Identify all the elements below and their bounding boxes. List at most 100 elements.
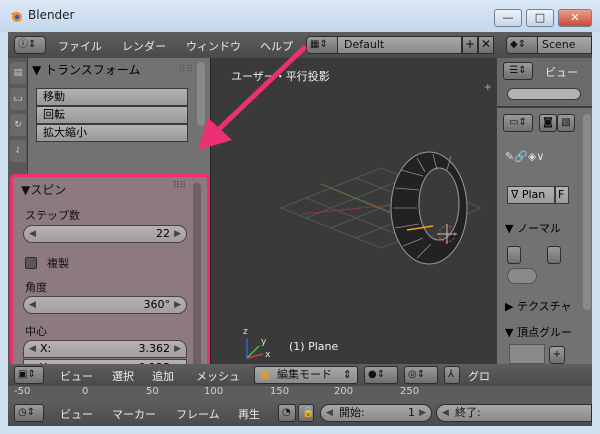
end-frame-field[interactable]: ◀ 終了: [436, 404, 592, 422]
shelf-scrollbar[interactable] [197, 62, 205, 126]
close-button[interactable]: ✕ [558, 9, 592, 27]
viewport-editor-icon[interactable]: ▣⇕ [14, 366, 44, 384]
increment-icon[interactable]: ▶ [174, 341, 181, 357]
vertex-groups-list[interactable] [509, 344, 545, 364]
duplicate-checkbox[interactable] [25, 257, 37, 269]
timeline-tick: 250 [400, 386, 420, 397]
properties-editor-icon[interactable]: ▭⇕ [503, 114, 533, 132]
info-header: ⓘ⇕ ファイル レンダー ウィンドウ ヘルプ ▦⇕ Default + ✕ ◆⇕… [8, 32, 592, 58]
outliner-view-menu[interactable]: ビュー [545, 64, 578, 80]
menu-window[interactable]: ウィンドウ [186, 38, 241, 54]
steps-label: ステップ数 [25, 209, 80, 222]
fake-user-button[interactable]: F [555, 186, 569, 204]
spun-torus-mesh [390, 151, 468, 265]
render-layers-tab-icon[interactable]: ▧ [557, 114, 575, 132]
timeline-range-icon[interactable]: ◔ [278, 404, 296, 422]
normals-toggle-icon[interactable] [507, 246, 521, 264]
menu-frame[interactable]: フレーム [176, 406, 220, 422]
mode-selector[interactable]: ▦ 編集モード ⇕ [254, 366, 358, 384]
manipulator-toggle-icon[interactable]: ⅄ [444, 366, 460, 384]
spin-panel-scrollbar[interactable] [193, 183, 201, 373]
normals-panel-header[interactable]: ▼ ノーマル [505, 220, 561, 236]
grip-icon[interactable]: ⠿⠿ [173, 181, 186, 191]
screen-layout-icon[interactable]: ▦⇕ [306, 36, 338, 54]
pivot-point-button[interactable]: ◎⇕ [404, 366, 438, 384]
remove-layout-icon[interactable]: ✕ [478, 36, 494, 54]
rotate-button[interactable]: 回転 [36, 106, 188, 124]
tool-shelf: ▤ ꙍ ↻ ⇃ ▼ トランスフォーム ⠿⠿ 移動 回転 拡大縮小 ▼スピン ⠿⠿… [8, 58, 210, 386]
minimize-button[interactable]: — [494, 9, 522, 27]
menu-file[interactable]: ファイル [58, 38, 102, 54]
mesh-icon: ∇ [511, 188, 522, 201]
add-vertex-group-button[interactable]: + [549, 346, 565, 364]
center-x-field[interactable]: ◀ X: 3.362 ▶ [23, 340, 187, 358]
timeline-ruler[interactable]: -50 0 50 100 150 200 250 [8, 386, 592, 400]
shelf-tab-options[interactable]: ⇃ [10, 140, 26, 162]
angle-value: 360° [143, 298, 171, 311]
decrement-icon[interactable]: ◀ [29, 341, 36, 357]
timeline-tick: 200 [334, 386, 354, 397]
normals-size-field[interactable] [507, 268, 537, 284]
translate-button[interactable]: 移動 [36, 88, 188, 106]
menu-help[interactable]: ヘルプ [260, 38, 293, 54]
normals-toggle-icon[interactable] [547, 246, 561, 264]
vertex-groups-panel-header[interactable]: ▼ 頂点グルー [505, 324, 572, 340]
y-axis-label: y [261, 337, 267, 347]
3d-viewport[interactable]: ユーザー・平行投影 + z x y (1) Plane [210, 58, 496, 364]
menu-marker[interactable]: マーカー [112, 406, 156, 422]
menu-render[interactable]: レンダー [122, 38, 166, 54]
end-frame-label: 終了: [455, 406, 481, 419]
outliner-editor-icon[interactable]: ☰⇕ [503, 62, 533, 80]
increment-icon[interactable]: ▶ [419, 405, 426, 421]
menu-mesh[interactable]: メッシュ [196, 368, 240, 384]
shading-mode-button[interactable]: ●⇕ [364, 366, 398, 384]
window-title: Blender [28, 8, 75, 22]
increment-icon[interactable]: ▶ [174, 226, 181, 242]
decrement-icon[interactable]: ◀ [442, 405, 449, 421]
scene-icon[interactable]: ◆⇕ [506, 36, 538, 54]
menu-view[interactable]: ビュー [60, 368, 93, 384]
decrement-icon[interactable]: ◀ [29, 297, 36, 313]
angle-field[interactable]: ◀ 360° ▶ [23, 296, 187, 314]
scene-field[interactable]: Scene [538, 36, 592, 54]
transform-orientation-label[interactable]: グロ [468, 368, 490, 384]
lock-icon[interactable]: 🔒 [298, 404, 314, 422]
add-layout-icon[interactable]: + [462, 36, 478, 54]
transform-panel-header[interactable]: ▼ トランスフォーム ⠿⠿ [32, 60, 198, 80]
scale-button[interactable]: 拡大縮小 [36, 124, 188, 142]
menu-select[interactable]: 選択 [112, 368, 134, 384]
start-frame-field[interactable]: ◀ 開始: 1 ▶ [320, 404, 432, 422]
editor-type-button[interactable]: ⓘ⇕ [14, 36, 46, 54]
screen-layout-field[interactable]: Default [338, 36, 462, 54]
tool-icons[interactable]: ✎🔗◈∨ [505, 150, 544, 163]
timeline-editor-icon[interactable]: ◷⇕ [14, 404, 44, 422]
properties-scrollbar[interactable] [583, 114, 591, 310]
decrement-icon[interactable]: ◀ [29, 226, 36, 242]
center-label: 中心 [25, 325, 47, 338]
maximize-button[interactable]: □ [526, 9, 554, 27]
spin-operator-panel: ▼スピン ⠿⠿ ステップ数 ◀ 22 ▶ 複製 角度 ◀ 360° ▶ 中心 ◀… [10, 174, 210, 386]
steps-field[interactable]: ◀ 22 ▶ [23, 225, 187, 243]
start-frame-label: 開始: [339, 406, 365, 419]
increment-icon[interactable]: ▶ [174, 297, 181, 313]
texture-space-panel-header[interactable]: ▶ テクスチャ [505, 298, 572, 314]
outliner-header: ☰⇕ ビュー [497, 58, 592, 108]
transform-panel-title: ▼ トランスフォーム [32, 63, 141, 77]
shelf-tab-create[interactable]: ꙍ [10, 88, 26, 110]
menu-add[interactable]: 追加 [152, 368, 174, 384]
properties-area: ☰⇕ ビュー ▭⇕ ◙ ▧ ✎🔗◈∨ ∇ Plan F ▼ ノーマル ▶ テクス… [496, 58, 592, 364]
decrement-icon[interactable]: ◀ [326, 405, 333, 421]
menu-view[interactable]: ビュー [60, 406, 93, 422]
render-tab-icon[interactable]: ◙ [539, 114, 557, 132]
mesh-name-field[interactable]: ∇ Plan [507, 186, 555, 204]
shelf-tab-tools[interactable]: ▤ [10, 62, 26, 84]
timeline-tick: 150 [270, 386, 290, 397]
steps-value: 22 [156, 227, 170, 240]
scene-canvas: z x y [243, 151, 483, 360]
spin-panel-header[interactable]: ▼スピン [21, 181, 66, 198]
menu-playback[interactable]: 再生 [238, 406, 260, 422]
center-x-value: 3.362 [138, 342, 171, 355]
outliner-search-input[interactable] [507, 88, 581, 100]
shelf-tab-shading[interactable]: ↻ [10, 114, 26, 136]
grip-icon[interactable]: ⠿⠿ [179, 60, 194, 80]
